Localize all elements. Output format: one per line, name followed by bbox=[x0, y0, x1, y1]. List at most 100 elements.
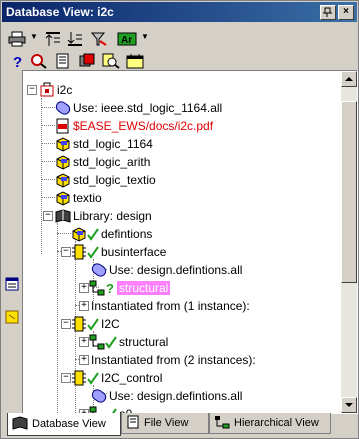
toolbar-bottom: ? bbox=[3, 50, 356, 72]
pdf-file-icon bbox=[55, 118, 71, 134]
filter-icon[interactable] bbox=[89, 30, 109, 48]
tree-node-package[interactable]: std_logic_1164 bbox=[55, 135, 153, 152]
database-icon[interactable] bbox=[77, 52, 97, 70]
expand-toggle[interactable]: + bbox=[79, 283, 89, 293]
tree-node-package[interactable]: textio bbox=[55, 189, 102, 206]
tree-node-label: Instantiated from (1 instance): bbox=[91, 298, 250, 313]
tree-node-label: std_logic_textio bbox=[73, 172, 156, 187]
print-icon[interactable] bbox=[7, 30, 27, 48]
tree-node-label: businterface bbox=[101, 244, 167, 259]
package-icon bbox=[55, 172, 71, 188]
check-icon bbox=[105, 334, 117, 350]
close-icon: × bbox=[343, 6, 349, 17]
tree-line bbox=[41, 179, 55, 180]
document-icon[interactable] bbox=[53, 52, 73, 70]
vertical-scrollbar[interactable] bbox=[341, 71, 357, 413]
tree-node-label-selected: structural bbox=[117, 280, 171, 295]
view-tabs: Database View File View Hierarchical Vie… bbox=[3, 413, 356, 437]
tree-node-package[interactable]: std_logic_arith bbox=[55, 153, 150, 170]
tree-node-label: textio bbox=[73, 190, 102, 205]
collapse-toggle[interactable]: − bbox=[61, 247, 71, 257]
pin-icon[interactable] bbox=[320, 5, 336, 20]
library-book-icon bbox=[55, 208, 71, 224]
tree-node-label: defintions bbox=[101, 226, 153, 241]
tree-line bbox=[41, 197, 55, 198]
tree-node-label: std_logic_arith bbox=[73, 154, 151, 169]
tree-node-label: Use: design.defintions.all bbox=[109, 388, 243, 403]
tab-label: Hierarchical View bbox=[234, 417, 319, 429]
package-icon bbox=[55, 190, 71, 206]
scroll-down-button[interactable] bbox=[341, 397, 357, 413]
tree-line bbox=[57, 233, 71, 234]
tree-line bbox=[41, 125, 55, 126]
tree-node-defintions[interactable]: defintions bbox=[71, 225, 152, 242]
check-icon bbox=[87, 244, 99, 260]
tree-node-package[interactable]: std_logic_textio bbox=[55, 171, 156, 188]
tree-node-label: structural bbox=[119, 334, 169, 349]
tab-file-view[interactable]: File View bbox=[121, 413, 209, 434]
expand-toggle[interactable]: + bbox=[79, 337, 89, 347]
tree-node-architecture[interactable]: structural bbox=[89, 333, 168, 350]
print-dropdown-icon[interactable]: ▼ bbox=[30, 32, 38, 41]
package-icon bbox=[55, 136, 71, 152]
calendar-icon[interactable] bbox=[125, 52, 145, 70]
search-object-icon[interactable] bbox=[101, 52, 121, 70]
expand-all-icon[interactable] bbox=[65, 30, 85, 48]
hierarchy-icon bbox=[214, 415, 230, 432]
tree-node-root[interactable]: i2c bbox=[39, 81, 72, 98]
entity-chip-icon bbox=[71, 244, 87, 260]
tree-node-entity[interactable]: I2C bbox=[71, 315, 120, 332]
tree-node-library[interactable]: Library: design bbox=[55, 207, 152, 224]
tab-hierarchical-view[interactable]: Hierarchical View bbox=[209, 413, 331, 434]
scroll-up-button[interactable] bbox=[341, 71, 357, 87]
tree-node-label: I2C bbox=[101, 316, 120, 331]
side-strip bbox=[3, 69, 23, 409]
tree-node-pdf[interactable]: $EASE_EWS/docs/i2c.pdf bbox=[55, 117, 213, 134]
collapse-toggle[interactable]: − bbox=[61, 319, 71, 329]
help-icon[interactable]: ? bbox=[7, 52, 27, 70]
tree-node-label: i2c bbox=[57, 82, 73, 97]
tree-node-use-ieee[interactable]: Use: ieee.std_logic_1164.all bbox=[55, 99, 222, 116]
scroll-thumb[interactable] bbox=[341, 101, 357, 283]
collapse-toggle[interactable]: − bbox=[27, 85, 37, 95]
architecture-dropdown-icon[interactable]: ▼ bbox=[141, 32, 149, 41]
tree-line bbox=[41, 143, 55, 144]
tab-label: Database View bbox=[32, 418, 106, 430]
tree-node-label: Use: ieee.std_logic_1164.all bbox=[73, 100, 223, 115]
title-bar: Database View: i2c × bbox=[2, 2, 357, 22]
note-icon[interactable] bbox=[5, 310, 19, 327]
check-icon bbox=[87, 226, 99, 242]
tree-node-instantiated[interactable]: Instantiated from (2 instances): bbox=[89, 351, 256, 368]
link-icon bbox=[91, 262, 107, 278]
tab-label: File View bbox=[144, 417, 189, 429]
database-view-window: Database View: i2c × ▼ Ar ▼ ? − i2c Use:… bbox=[0, 0, 359, 439]
tab-database-view[interactable]: Database View bbox=[7, 413, 121, 436]
book-icon bbox=[12, 415, 28, 433]
expand-toggle[interactable]: + bbox=[79, 301, 89, 311]
tree-node-label: Instantiated from (2 instances): bbox=[91, 352, 256, 367]
collapse-toggle[interactable]: − bbox=[43, 211, 53, 221]
tree-node-entity[interactable]: I2C_control bbox=[71, 369, 162, 386]
tree-node-use-design[interactable]: Use: design.defintions.all bbox=[91, 387, 242, 404]
tree-node-entity[interactable]: businterface bbox=[71, 243, 166, 260]
file-icon bbox=[126, 415, 140, 432]
tree-node-architecture[interactable]: ? structural bbox=[89, 279, 171, 296]
check-icon bbox=[87, 370, 99, 386]
collapse-all-icon[interactable] bbox=[43, 30, 63, 48]
question-icon: ? bbox=[105, 280, 115, 296]
check-icon bbox=[87, 316, 99, 332]
database-tree: − i2c Use: ieee.std_logic_1164.all $EASE… bbox=[23, 71, 341, 413]
collapse-toggle[interactable]: − bbox=[61, 373, 71, 383]
find-icon[interactable] bbox=[29, 52, 49, 70]
tree-line bbox=[41, 98, 42, 254]
architecture-icon[interactable]: Ar bbox=[117, 30, 137, 48]
tree-line bbox=[41, 107, 55, 108]
toolbar-top: ▼ Ar ▼ bbox=[3, 28, 356, 50]
close-button[interactable]: × bbox=[338, 5, 354, 20]
package-icon bbox=[71, 226, 87, 242]
tree-node-use-design[interactable]: Use: design.defintions.all bbox=[91, 261, 242, 278]
list-panel-icon[interactable] bbox=[5, 277, 19, 294]
tree-line bbox=[41, 161, 55, 162]
expand-toggle[interactable]: + bbox=[79, 355, 89, 365]
tree-node-instantiated[interactable]: Instantiated from (1 instance): bbox=[89, 297, 250, 314]
